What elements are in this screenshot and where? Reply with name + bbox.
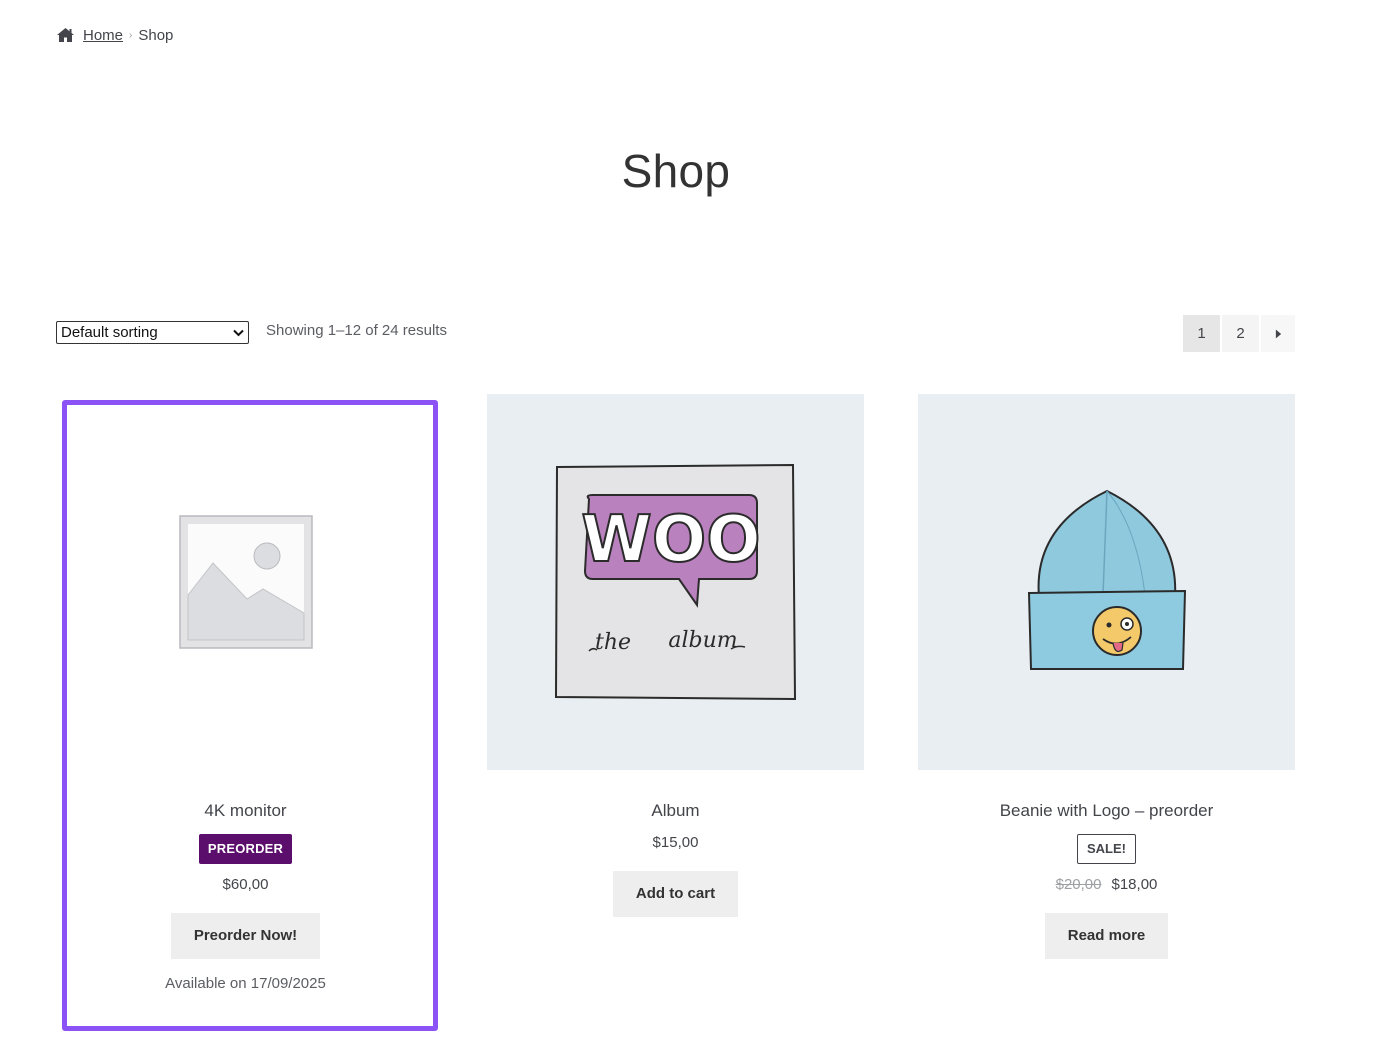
result-count: Showing 1–12 of 24 results [266,322,447,339]
placeholder-image-icon [178,515,313,649]
home-icon[interactable] [56,27,75,43]
product-name[interactable]: Beanie with Logo – preorder [918,800,1295,822]
breadcrumb-current: Shop [138,26,174,44]
product-image[interactable] [918,394,1295,770]
sort-select[interactable]: Default sorting [56,321,249,344]
pagination: 1 2 [1183,315,1295,352]
preorder-now-button[interactable]: Preorder Now! [170,913,321,959]
availability-date: Available on 17/09/2025 [165,975,326,992]
page-2[interactable]: 2 [1222,315,1259,352]
sort-select-value: Default sorting [61,324,158,341]
album-caption-the: the [594,630,630,655]
product-name[interactable]: 4K monitor [57,800,434,822]
album-artwork: WOO the album [554,463,796,701]
caret-right-icon [1275,329,1281,338]
page-title: Shop [621,145,731,197]
read-more-button[interactable]: Read more [1044,913,1169,959]
product-card-album: WOO the album Album $15,00 Add to cart [487,394,864,917]
album-art-text: WOO [581,503,760,577]
beanie-artwork [1027,489,1186,670]
product-name[interactable]: Album [487,800,864,822]
product-price: $60,00 [222,876,269,893]
regular-price: $20,00 [1055,876,1102,893]
breadcrumb: Home › Shop [56,24,173,46]
product-image[interactable] [57,394,434,770]
product-image[interactable]: WOO the album [487,394,864,770]
product-price: $20,00 $18,00 [918,876,1295,893]
preorder-badge: PREORDER [198,834,293,864]
add-to-cart-button[interactable]: Add to cart [612,871,739,917]
sale-badge: SALE! [1077,834,1136,864]
product-card-4k-monitor: 4K monitor PREORDER $60,00 Preorder Now!… [57,394,434,992]
breadcrumb-home-link[interactable]: Home [83,27,123,44]
product-price: $15,00 [652,834,699,851]
product-card-beanie: Beanie with Logo – preorder SALE! $20,00… [918,394,1295,959]
page-1: 1 [1183,315,1220,352]
breadcrumb-separator-icon: › [129,29,133,41]
next-page-button[interactable] [1261,315,1295,352]
album-caption-album: album [668,628,737,653]
chevron-down-icon [233,329,244,337]
sale-price: $18,00 [1111,876,1158,893]
